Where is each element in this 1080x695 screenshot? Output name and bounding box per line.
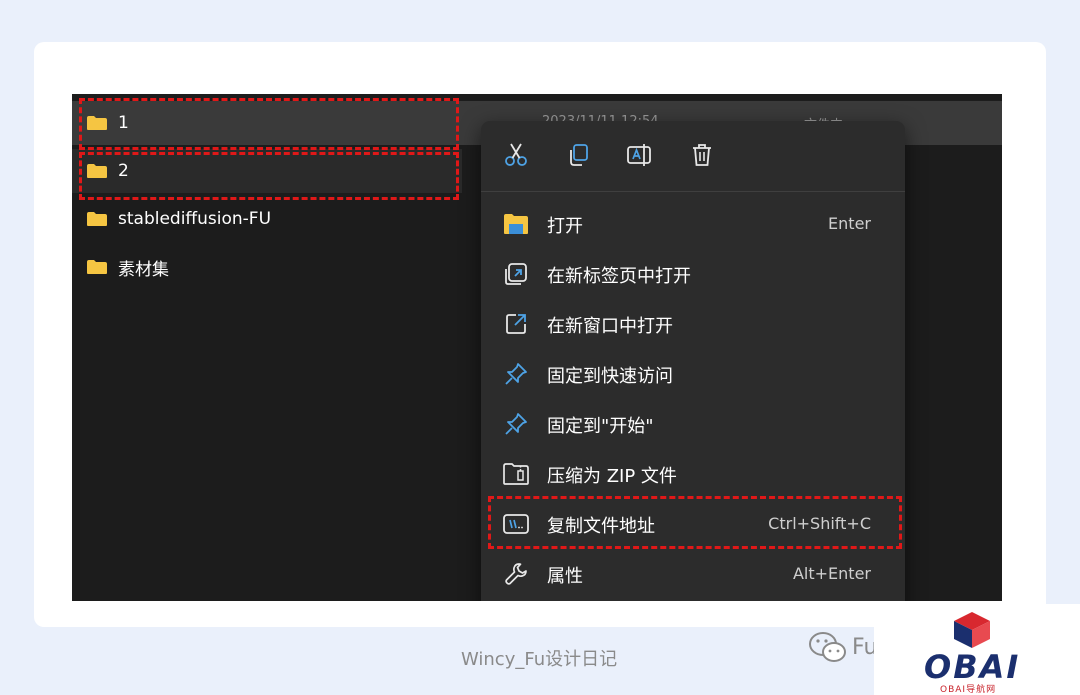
new-tab-icon [503, 261, 529, 287]
delete-button[interactable] [687, 140, 717, 170]
author-caption: Wincy_Fu设计日记 [461, 649, 618, 670]
new-window-icon [503, 311, 529, 337]
watermark-brand: OBAI [924, 648, 1021, 686]
highlight-box-row-1 [79, 98, 459, 150]
cube-logo-icon [954, 612, 990, 648]
delete-icon [693, 144, 711, 166]
menu-item-shortcut: Alt+Enter [792, 564, 871, 583]
highlight-box-copy-path [488, 496, 902, 549]
menu-item-label: 固定到"开始" [547, 416, 654, 437]
folder-icon [87, 212, 107, 226]
highlight-box-row-2 [79, 152, 459, 200]
menu-item-label: 在新标签页中打开 [547, 266, 691, 287]
wrench-icon [503, 561, 529, 587]
pin-icon [503, 361, 529, 387]
menu-item-label: 压缩为 ZIP 文件 [547, 466, 677, 487]
menu-item-properties[interactable]: 属性 Alt+Enter [491, 550, 895, 596]
file-explorer-screenshot: 1 2023/11/11 12:54 文件夹 2 stablediffusion… [72, 94, 1002, 601]
pin-start-icon [503, 411, 529, 437]
menu-item-compress-zip[interactable]: 压缩为 ZIP 文件 [491, 450, 895, 496]
cut-button[interactable] [501, 140, 531, 170]
rename-button[interactable] [625, 140, 655, 170]
cut-icon [505, 143, 527, 166]
menu-item-label: 在新窗口中打开 [547, 316, 673, 337]
menu-item-pin-start[interactable]: 固定到"开始" [491, 400, 895, 446]
copy-button[interactable] [563, 140, 593, 170]
folder-open-icon [503, 211, 529, 237]
watermark: OBAI OBAI导航网 [874, 604, 1080, 695]
menu-item-pin-quick-access[interactable]: 固定到快速访问 [491, 350, 895, 396]
copy-icon [570, 144, 588, 166]
zip-icon [503, 461, 529, 487]
folder-icon [87, 260, 107, 274]
rename-icon [627, 144, 651, 166]
menu-item-label: 属性 [547, 566, 583, 587]
menu-item-open[interactable]: 打开 Enter [491, 200, 895, 246]
file-name: stablediffusion-FU [118, 209, 272, 229]
context-menu-toolbar [481, 121, 905, 192]
menu-item-label: 打开 [547, 216, 583, 237]
wechat-icon [809, 632, 846, 662]
file-name: 素材集 [118, 259, 169, 280]
menu-item-shortcut: Enter [828, 214, 871, 233]
menu-item-label: 固定到快速访问 [547, 366, 673, 387]
menu-item-open-new-tab[interactable]: 在新标签页中打开 [491, 250, 895, 296]
menu-item-open-new-window[interactable]: 在新窗口中打开 [491, 300, 895, 346]
watermark-sub: OBAI导航网 [940, 685, 997, 695]
